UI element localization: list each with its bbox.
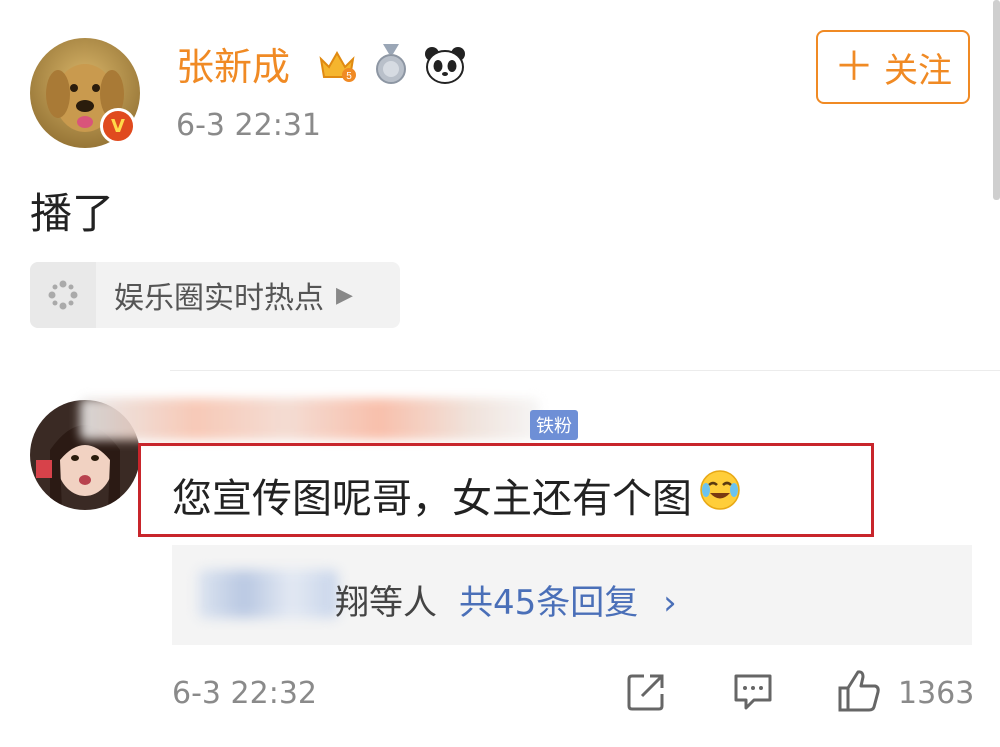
like-icon[interactable]: [836, 668, 882, 714]
laugh-cry-emoji-icon: [698, 468, 742, 522]
plus-icon: ＋: [834, 44, 874, 90]
commenter-name-blurred[interactable]: [80, 398, 540, 440]
comment-body: 您宣传图呢哥，女主还有个图: [172, 476, 692, 522]
author-name[interactable]: 张新成: [176, 44, 290, 90]
author-badges: 5: [316, 44, 466, 86]
reply-icon[interactable]: [732, 672, 774, 712]
chevron-right-icon: ›: [663, 583, 677, 623]
follow-label: 关注: [884, 50, 952, 91]
comment-timestamp: 6-3 22:32: [172, 676, 317, 711]
like-count: 1363: [898, 676, 975, 711]
follow-button[interactable]: ＋ 关注: [816, 30, 970, 104]
replier-name-blurred: [198, 570, 338, 618]
replies-suffix: 翔等人: [335, 583, 437, 623]
post-timestamp: 6-3 22:31: [176, 108, 321, 143]
share-icon[interactable]: [626, 672, 666, 712]
divider: [170, 370, 1000, 371]
comment-text: 您宣传图呢哥，女主还有个图: [172, 466, 742, 524]
replies-link[interactable]: 共45条回复 ›: [459, 575, 677, 624]
play-arrow-icon: ▶: [336, 282, 353, 308]
fan-badge: 铁粉: [530, 410, 578, 440]
topic-tag[interactable]: 娱乐圈实时热点 ▶: [30, 262, 400, 328]
vip-crown-icon[interactable]: 5: [316, 44, 358, 86]
svg-text:5: 5: [346, 71, 352, 82]
scrollbar[interactable]: [993, 0, 1000, 200]
replies-summary[interactable]: 翔等人 共45条回复 ›: [335, 575, 677, 624]
post-body: 播了: [30, 189, 115, 238]
topic-sparkle-icon: [30, 262, 96, 328]
medal-icon[interactable]: [370, 44, 412, 86]
topic-label: 娱乐圈实时热点: [114, 281, 324, 316]
verified-badge-icon: V: [100, 108, 136, 144]
replies-count: 共45条回复: [459, 583, 639, 623]
panda-icon[interactable]: [424, 44, 466, 86]
